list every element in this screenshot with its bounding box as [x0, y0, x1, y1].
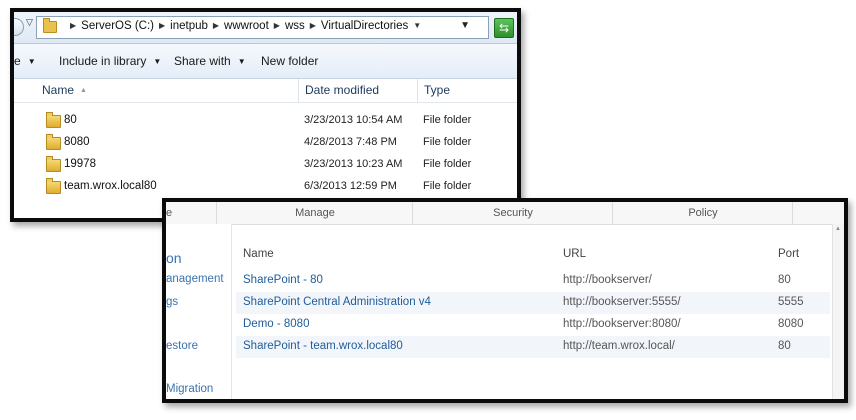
folder-icon — [46, 156, 61, 172]
file-date: 4/28/2013 7:48 PM — [304, 136, 397, 148]
include-in-library-label: Include in library — [59, 54, 147, 68]
organize-button[interactable]: e ▼ — [14, 54, 36, 68]
file-row[interactable]: 19978 3/23/2013 10:23 AM File folder — [14, 154, 517, 176]
column-header-row: Name ▲ Date modified Type — [14, 79, 517, 103]
web-app-name-link[interactable]: SharePoint Central Administration v4 — [243, 296, 431, 308]
dropdown-caret-icon: ▼ — [237, 57, 246, 66]
web-app-port: 80 — [778, 340, 791, 352]
sharepoint-window: e Manage Security Policy on anagement gs… — [162, 198, 848, 403]
column-header-type[interactable]: Type — [417, 79, 517, 102]
share-with-button[interactable]: Share with ▼ — [174, 54, 246, 68]
share-with-label: Share with — [174, 54, 231, 68]
breadcrumb-arrow-icon[interactable]: ▶ — [70, 21, 76, 30]
file-date: 6/3/2013 12:59 PM — [304, 180, 397, 192]
breadcrumb-arrow-icon[interactable]: ▼ — [413, 21, 421, 30]
recent-pages-chevron-icon[interactable]: ▽ — [26, 17, 33, 28]
quick-launch-item[interactable]: Migration — [166, 383, 213, 395]
quick-launch-item[interactable]: anagement — [166, 273, 224, 285]
dropdown-caret-icon: ▼ — [153, 57, 162, 66]
folder-icon — [43, 18, 57, 33]
file-name: 19978 — [64, 158, 96, 170]
new-folder-button[interactable]: New folder — [261, 54, 318, 68]
sort-ascending-icon: ▲ — [80, 87, 87, 94]
file-name: 80 — [64, 114, 77, 126]
column-header-date-modified[interactable]: Date modified — [298, 79, 418, 102]
quick-launch: on anagement gs estore Migration — [166, 224, 232, 399]
ribbon-group-label: e — [166, 207, 173, 219]
web-app-name-link[interactable]: SharePoint - team.wrox.local80 — [243, 340, 403, 352]
forward-button[interactable] — [14, 18, 24, 36]
file-row[interactable]: 8080 4/28/2013 7:48 PM File folder — [14, 132, 517, 154]
quick-launch-item[interactable]: gs — [166, 296, 178, 308]
file-name: team.wrox.local80 — [64, 180, 157, 192]
explorer-window: ▽ ▶ ServerOS (C:) ▶ inetpub ▶ wwwroot ▶ wss ▶ Vir… — [10, 8, 521, 222]
web-app-url: http://team.wrox.local/ — [563, 340, 675, 352]
web-app-url: http://bookserver/ — [563, 274, 652, 286]
folder-icon — [46, 178, 61, 194]
breadcrumb-item[interactable]: ServerOS (C:) — [81, 20, 154, 32]
breadcrumb-item[interactable]: inetpub — [170, 20, 208, 32]
web-app-url: http://bookserver:5555/ — [563, 296, 681, 308]
web-app-name-link[interactable]: SharePoint - 80 — [243, 274, 323, 286]
table-row[interactable]: SharePoint Central Administration v4 htt… — [236, 292, 830, 314]
table-header-url[interactable]: URL — [563, 248, 586, 260]
breadcrumb-arrow-icon[interactable]: ▶ — [310, 21, 316, 30]
organize-label: e — [14, 54, 21, 68]
file-name: 8080 — [64, 136, 90, 148]
table-row[interactable]: Demo - 8080 http://bookserver:8080/ 8080 — [236, 314, 830, 336]
address-dropdown-icon[interactable]: ▼ — [460, 20, 470, 31]
address-bar[interactable]: ▶ ServerOS (C:) ▶ inetpub ▶ wwwroot ▶ wss ▶ Virtu… — [36, 16, 489, 39]
file-type: File folder — [423, 136, 472, 148]
ribbon-group-label: Security — [412, 202, 613, 224]
column-header-label: Name — [42, 83, 75, 97]
breadcrumb-arrow-icon[interactable]: ▶ — [159, 21, 165, 30]
breadcrumb-item[interactable]: wss — [285, 20, 305, 32]
quick-launch-item[interactable]: estore — [166, 340, 198, 352]
table-header-name[interactable]: Name — [243, 248, 274, 260]
web-app-url: http://bookserver:8080/ — [563, 318, 681, 330]
breadcrumb: ▶ ServerOS (C:) ▶ inetpub ▶ wwwroot ▶ wss ▶ Virtu… — [65, 20, 426, 32]
ribbon-group-label: Policy — [612, 202, 793, 224]
folder-icon — [46, 134, 61, 150]
ribbon-group-label: Manage — [216, 202, 413, 224]
refresh-icon[interactable]: ⇆ — [494, 18, 514, 38]
include-in-library-button[interactable]: Include in library ▼ — [59, 54, 161, 68]
breadcrumb-arrow-icon[interactable]: ▶ — [213, 21, 219, 30]
breadcrumb-item[interactable]: wwwroot — [224, 20, 269, 32]
file-date: 3/23/2013 10:54 AM — [304, 114, 403, 126]
table-header-port[interactable]: Port — [778, 248, 799, 260]
web-app-name-link[interactable]: Demo - 8080 — [243, 318, 309, 330]
ribbon-group-labels: e Manage Security Policy — [166, 202, 844, 225]
file-type: File folder — [423, 114, 472, 126]
file-row[interactable]: 80 3/23/2013 10:54 AM File folder — [14, 110, 517, 132]
folder-icon — [46, 112, 61, 128]
table-row[interactable]: SharePoint - team.wrox.local80 http://te… — [236, 336, 830, 358]
file-type: File folder — [423, 180, 472, 192]
web-app-port: 5555 — [778, 296, 804, 308]
file-date: 3/23/2013 10:23 AM — [304, 158, 403, 170]
dropdown-caret-icon: ▼ — [27, 57, 36, 66]
web-app-port: 8080 — [778, 318, 804, 330]
file-type: File folder — [423, 158, 472, 170]
vertical-scrollbar[interactable] — [832, 224, 844, 399]
file-row[interactable]: team.wrox.local80 6/3/2013 12:59 PM File… — [14, 176, 517, 198]
breadcrumb-arrow-icon[interactable]: ▶ — [274, 21, 280, 30]
ribbon-group-divider — [792, 202, 844, 224]
web-app-port: 80 — [778, 274, 791, 286]
breadcrumb-item[interactable]: VirtualDirectories — [321, 20, 408, 32]
column-header-name[interactable]: Name ▲ — [36, 79, 300, 102]
address-bar-area: ▽ ▶ ServerOS (C:) ▶ inetpub ▶ wwwroot ▶ wss ▶ Vir… — [14, 12, 517, 44]
command-bar: e ▼ Include in library ▼ Share with ▼ New f… — [14, 44, 517, 79]
table-row[interactable]: SharePoint - 80 http://bookserver/ 80 — [236, 270, 830, 292]
quick-launch-heading[interactable]: on — [166, 250, 182, 266]
